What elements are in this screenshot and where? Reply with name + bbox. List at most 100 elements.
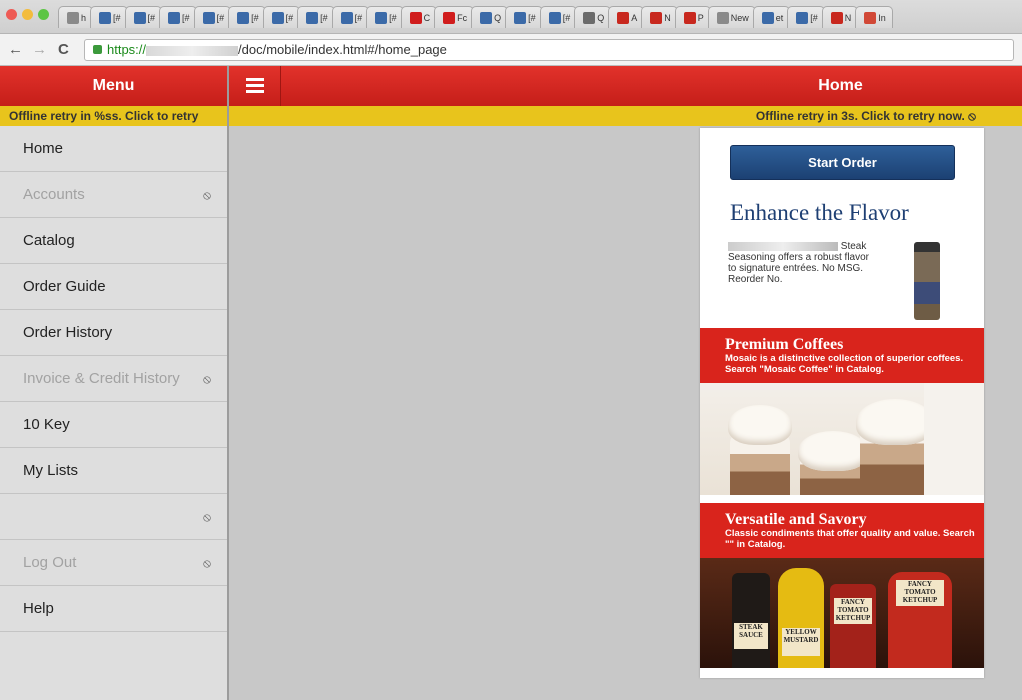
maximize-window-icon[interactable]: [38, 9, 49, 20]
browser-tab[interactable]: [#: [366, 6, 404, 28]
browser-tab-label: [#: [528, 12, 536, 23]
coffee-image: [700, 383, 984, 495]
menu-item[interactable]: Help: [0, 586, 227, 632]
browser-tab-bar: h [# [# [# [# [# [# [# [# [# C Fc Q [# [# Q A N P New et [# N I…: [0, 0, 1022, 34]
browser-tab[interactable]: A: [608, 6, 645, 28]
browser-tab[interactable]: [#: [90, 6, 128, 28]
menu-item[interactable]: Order Guide: [0, 264, 227, 310]
ketchup-squeeze-bottle: FANCY TOMATO KETCHUP: [888, 572, 952, 668]
menu-item-label: Help: [23, 600, 54, 617]
browser-tab[interactable]: In: [855, 6, 893, 28]
mustard-bottle: YELLOW MUSTARD: [778, 568, 824, 668]
browser-tab-label: [#: [251, 12, 259, 23]
reload-icon[interactable]: C: [58, 41, 69, 58]
browser-tab-label: [#: [320, 12, 328, 23]
menu-item[interactable]: Order History: [0, 310, 227, 356]
sfs-icon: [683, 11, 696, 24]
ketchup-bottle: FANCY TOMATO KETCHUP: [830, 584, 876, 668]
browser-tab[interactable]: N: [641, 6, 678, 28]
browser-tab[interactable]: N: [821, 6, 859, 28]
browser-tab[interactable]: C: [400, 6, 438, 28]
browser-tab[interactable]: [#: [539, 6, 578, 28]
browser-tab-label: N: [664, 12, 671, 23]
qa-icon: [583, 11, 596, 24]
browser-tab-label: Q: [597, 12, 605, 23]
browser-tab-label: [#: [354, 12, 363, 23]
browser-tab[interactable]: [#: [124, 6, 163, 28]
condiment-promo-title: Versatile and Savory: [725, 511, 867, 528]
browser-tab[interactable]: [#: [262, 6, 301, 28]
menu-item-label: 10 Key: [23, 416, 70, 433]
menu-item-label: Invoice & Credit History: [23, 370, 180, 387]
back-icon[interactable]: ←: [8, 41, 23, 58]
loading-icon: [761, 11, 774, 24]
menu-item[interactable]: Invoice & Credit History ⦸: [0, 356, 227, 402]
minimize-window-icon[interactable]: [22, 9, 33, 20]
menu-item[interactable]: Accounts ⦸: [0, 172, 227, 218]
browser-tab-label: Fc: [457, 12, 468, 23]
browser-tab[interactable]: Fc: [434, 6, 475, 28]
forward-icon[interactable]: →: [32, 41, 47, 58]
x-logo-icon: [99, 11, 112, 24]
x-logo-icon: [796, 11, 809, 24]
condiment-promo[interactable]: Versatile and Savory Classic condiments …: [700, 503, 984, 668]
browser-tab[interactable]: New: [707, 6, 756, 28]
coffee-promo[interactable]: Premium Coffees Mosaic is a distinctive …: [700, 328, 984, 495]
browser-tab[interactable]: [#: [228, 6, 266, 28]
menu-item[interactable]: Log Out ⦸: [0, 540, 227, 586]
menu-item[interactable]: Home: [0, 126, 227, 172]
page-title: Home: [818, 77, 863, 94]
x-logo-icon: [133, 11, 146, 24]
flavor-promo-text: Steak Seasoning offers a robust flavor t…: [728, 241, 870, 285]
browser-tab-label: [#: [216, 12, 225, 23]
x-logo-icon: [237, 11, 250, 24]
youtube-icon: [409, 11, 422, 24]
address-bar-area: ← → C https:// /doc/mobile/index.html#/ho…: [0, 34, 1022, 66]
browser-tab[interactable]: [#: [505, 6, 543, 28]
browser-tab[interactable]: [#: [159, 6, 197, 28]
browser-tab[interactable]: Q: [574, 6, 612, 28]
browser-tab[interactable]: P: [674, 6, 711, 28]
seasoning-jar-image: [914, 242, 940, 320]
offline-retry-banner[interactable]: Offline retry in 3s. Click to retry now.…: [229, 106, 1022, 126]
x-logo-icon: [480, 11, 493, 24]
sfs-icon: [650, 11, 663, 24]
app: Menu Offline retry in %ss. Click to retr…: [0, 66, 1022, 700]
browser-tab[interactable]: h: [58, 6, 94, 28]
main-header: Home: [229, 66, 1022, 106]
sfs-icon: [617, 11, 630, 24]
blocked-icon: ⦸: [203, 556, 211, 570]
browser-tab-label: New: [730, 12, 749, 23]
url-input[interactable]: https:// /doc/mobile/index.html#/home_pag…: [84, 39, 1014, 61]
start-order-button[interactable]: Start Order: [730, 145, 955, 180]
menu-item-label: Accounts: [23, 186, 85, 203]
browser-tab-label: A: [631, 12, 638, 23]
lock-icon: [93, 45, 102, 54]
menu-offline-banner[interactable]: Offline retry in %ss. Click to retry: [0, 106, 227, 126]
browser-tab[interactable]: et: [752, 6, 791, 28]
browser-tab[interactable]: [#: [297, 6, 335, 28]
x-logo-icon: [548, 11, 561, 24]
x-logo-icon: [340, 11, 353, 24]
browser-tab-label: N: [844, 12, 852, 23]
menu-item[interactable]: ⦸: [0, 494, 227, 540]
browser-tab[interactable]: Q: [471, 6, 509, 28]
menu-item[interactable]: Catalog: [0, 218, 227, 264]
menu-item[interactable]: 10 Key: [0, 402, 227, 448]
sfs-icon: [830, 11, 843, 24]
browser-tab[interactable]: [#: [193, 6, 232, 28]
browser-tab[interactable]: [#: [331, 6, 370, 28]
menu-item-label: Order Guide: [23, 278, 106, 295]
home-content-panel: Start Order Enhance the Flavor Steak Sea…: [700, 128, 984, 678]
condiment-promo-band: Versatile and Savory Classic condiments …: [700, 503, 984, 558]
browser-tab-label: et: [775, 12, 784, 23]
youtube-icon: [443, 11, 456, 24]
coffee-promo-band: Premium Coffees Mosaic is a distinctive …: [700, 328, 984, 383]
browser-tabs: h [# [# [# [# [# [# [# [# [# C Fc Q [# [# Q A N P New et [# N I…: [58, 6, 893, 30]
close-window-icon[interactable]: [6, 9, 17, 20]
browser-tab[interactable]: [#: [787, 6, 825, 28]
browser-tab-label: C: [423, 12, 431, 23]
menu-item-label: Catalog: [23, 232, 75, 249]
menu-item[interactable]: My Lists: [0, 448, 227, 494]
coffee-promo-title: Premium Coffees: [725, 336, 844, 353]
